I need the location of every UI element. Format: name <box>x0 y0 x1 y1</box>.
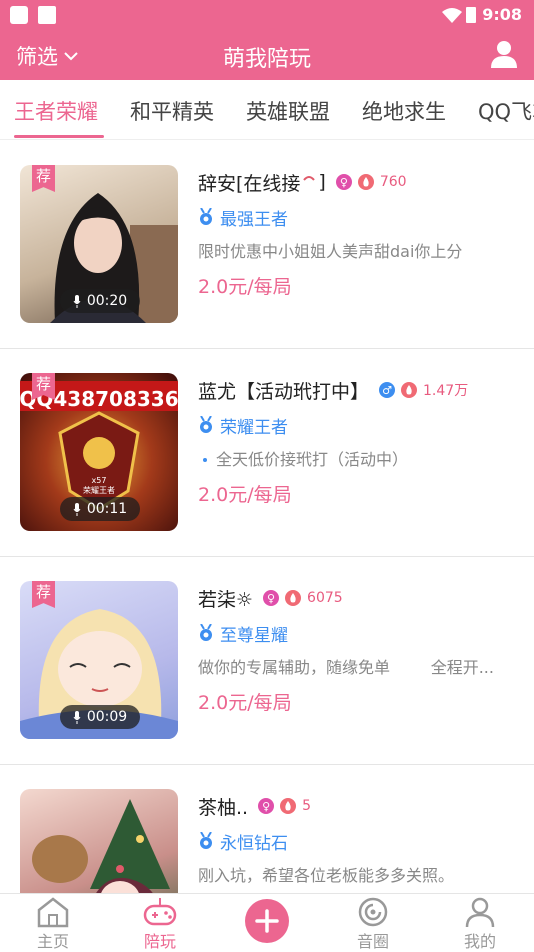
plus-icon <box>255 909 279 933</box>
nav-home[interactable]: 主页 <box>8 894 98 951</box>
male-icon: ♂ <box>379 382 396 398</box>
heart-emoji-icon <box>303 176 316 181</box>
tab-lol[interactable]: 英雄联盟 <box>246 96 330 126</box>
list-item[interactable]: 茶柚.. ♀ 5 永恒钻石 刚入坑，希望各位老板能多多关照。 <box>0 765 534 893</box>
companion-list: 荐 00:20 辞安[在线接 ] ♀ 760 最强王者 限时优惠中小姐姐人美声甜… <box>0 141 534 893</box>
popularity-count: 6075 <box>307 590 343 606</box>
flame-icon <box>285 590 302 606</box>
tab-pubg[interactable]: 绝地求生 <box>362 96 446 126</box>
card-info: 若柒☼ ♀ 6075 至尊星耀 做你的专属辅助，随缘免单 全程开... 2.0元… <box>198 581 518 721</box>
voice-duration-text: 00:20 <box>86 293 128 309</box>
price: 2.0元/每局 <box>198 276 292 298</box>
thumb-star-count: x57 <box>92 476 107 485</box>
flame-icon <box>401 382 418 398</box>
rank-label: 荣耀王者 <box>220 417 288 438</box>
nav-play[interactable]: 陪玩 <box>115 894 205 951</box>
companion-name: 茶柚.. <box>198 796 249 819</box>
companion-name: 蓝尤【活动玳打中】 <box>198 380 370 403</box>
tab-heping[interactable]: 和平精英 <box>130 96 214 126</box>
bottom-nav: 主页 陪玩 音圈 我的 <box>0 893 534 951</box>
avatar[interactable]: 荐 00:20 <box>20 165 178 323</box>
microphone-icon <box>73 502 81 516</box>
sparkle-icon <box>203 458 207 462</box>
price: 2.0元/每局 <box>198 484 292 506</box>
user-icon[interactable] <box>490 39 518 69</box>
companion-name: 若柒☼ <box>198 588 254 611</box>
list-item[interactable]: 荐 00:20 辞安[在线接 ] ♀ 760 最强王者 限时优惠中小姐姐人美声甜… <box>0 141 534 349</box>
avatar[interactable] <box>20 789 178 893</box>
nav-play-label: 陪玩 <box>143 932 176 951</box>
microphone-icon <box>73 710 81 724</box>
nav-mine-label: 我的 <box>463 932 496 951</box>
medal-icon <box>200 832 212 849</box>
wifi-icon <box>442 8 462 23</box>
female-icon: ♀ <box>258 798 275 814</box>
music-circle-icon <box>358 897 388 927</box>
companion-name: 辞安[在线接 <box>198 172 301 195</box>
page-title: 萌我陪玩 <box>222 47 311 72</box>
tab-wangzhe[interactable]: 王者荣耀 <box>14 96 98 126</box>
rank-label: 永恒钻石 <box>220 833 288 854</box>
flame-icon <box>280 798 297 814</box>
companion-name-suffix: ] <box>318 171 326 193</box>
battery-icon <box>466 7 476 23</box>
female-icon: ♀ <box>335 174 352 190</box>
anime-image <box>32 799 170 893</box>
card-info: 辞安[在线接 ] ♀ 760 最强王者 限时优惠中小姐姐人美声甜dai你上分 2… <box>198 165 518 305</box>
shopping-bag-icon <box>38 6 56 24</box>
microphone-icon <box>73 294 81 308</box>
clock: 9:08 <box>482 5 522 24</box>
voice-duration[interactable]: 00:11 <box>60 497 140 521</box>
female-icon: ♀ <box>263 590 280 606</box>
price: 2.0元/每局 <box>198 692 292 714</box>
nav-circle-label: 音圈 <box>356 932 389 951</box>
popularity-count: 760 <box>379 174 407 190</box>
voice-duration[interactable]: 00:09 <box>60 705 140 729</box>
home-icon <box>37 897 69 928</box>
tab-indicator <box>14 135 104 138</box>
voice-duration-text: 00:11 <box>86 501 128 517</box>
tab-qqspeed[interactable]: QQ飞车 <box>478 96 534 126</box>
card-info: 蓝尤【活动玳打中】 ♂ 1.47万 荣耀王者 全天低价接玳打（活动中） 2.0元… <box>198 373 518 513</box>
avatar[interactable]: 荐 00:09 <box>20 581 178 739</box>
medal-icon <box>200 416 212 433</box>
description: 做你的专属辅助，随缘免单 全程开... <box>198 658 494 677</box>
list-item[interactable]: QQ438708336 x57 荣耀王者 荐 00:11 蓝尤【活动玳打中】 ♂… <box>0 349 534 557</box>
thumb-caption: 荣耀王者 <box>83 485 115 495</box>
nav-mine[interactable]: 我的 <box>435 894 525 951</box>
voice-duration[interactable]: 00:20 <box>60 289 140 313</box>
notification-icon <box>10 6 28 24</box>
gamepad-icon <box>143 898 177 926</box>
rank-label: 至尊星耀 <box>220 625 288 646</box>
medal-icon <box>200 208 212 225</box>
description: 刚入坑，希望各位老板能多多关照。 <box>198 866 455 885</box>
game-tabs: 王者荣耀 和平精英 英雄联盟 绝地求生 QQ飞车 <box>0 80 534 140</box>
medal-icon <box>200 624 212 641</box>
description-row: 全天低价接玳打（活动中） <box>198 443 518 477</box>
description: 限时优惠中小姐姐人美声甜dai你上分 <box>198 242 463 261</box>
nav-circle[interactable]: 音圈 <box>328 894 418 951</box>
app-bar: 筛选 萌我陪玩 <box>0 30 534 80</box>
profile-icon <box>465 897 495 928</box>
card-info: 茶柚.. ♀ 5 永恒钻石 刚入坑，希望各位老板能多多关照。 <box>198 789 518 893</box>
avatar[interactable]: QQ438708336 x57 荣耀王者 荐 00:11 <box>20 373 178 531</box>
add-button[interactable] <box>245 899 289 943</box>
status-bar: 9:08 <box>0 0 534 30</box>
popularity-count: 1.47万 <box>423 383 469 399</box>
voice-duration-text: 00:09 <box>86 709 128 725</box>
description: 全天低价接玳打（活动中） <box>216 450 409 469</box>
nav-home-label: 主页 <box>36 932 69 951</box>
rank-label: 最强王者 <box>220 209 288 230</box>
popularity-count: 5 <box>302 798 312 814</box>
flame-icon <box>357 174 374 190</box>
list-item[interactable]: 荐 00:09 若柒☼ ♀ 6075 至尊星耀 做你的专属辅助，随缘免单 全程开… <box>0 557 534 765</box>
